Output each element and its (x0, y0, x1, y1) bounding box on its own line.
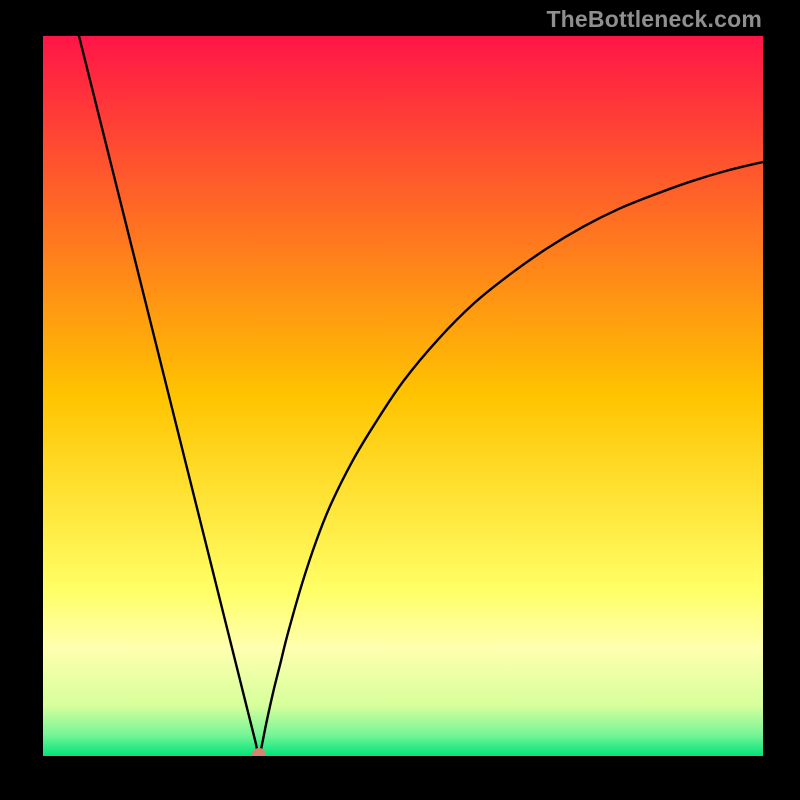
gradient-background (43, 36, 763, 756)
chart-frame: TheBottleneck.com (0, 0, 800, 800)
watermark-text: TheBottleneck.com (546, 6, 762, 33)
plot-area (43, 36, 763, 756)
bottleneck-chart (43, 36, 763, 756)
